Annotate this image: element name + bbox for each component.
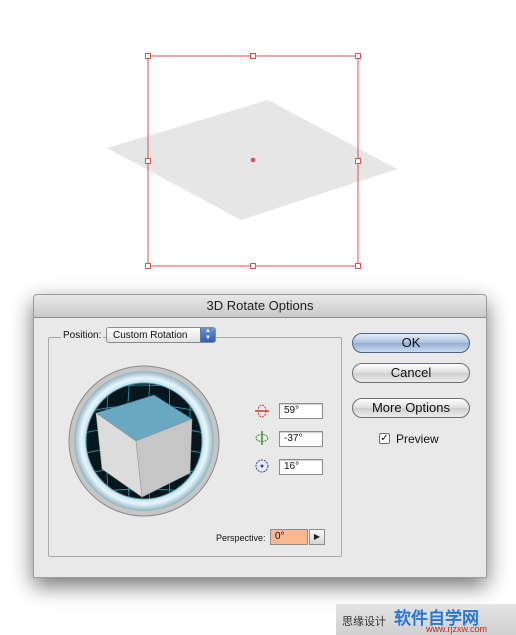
z-rotation-field[interactable]: 16° [279,459,323,475]
artboard [0,0,516,285]
selection-handle-top-right[interactable] [355,53,361,59]
perspective-label: Perspective: [216,533,266,543]
watermark: 思缘设计 软件自学网 www.rjzxw.com [336,604,516,635]
cancel-button[interactable]: Cancel [352,363,470,383]
position-select-value: Custom Rotation [113,330,188,341]
perspective-field[interactable]: 0° [270,529,308,545]
more-options-button[interactable]: More Options [352,398,470,418]
position-select[interactable]: Custom Rotation ▲ ▼ [106,327,216,343]
selection-handle-middle-left[interactable] [145,158,151,164]
selection-handle-bottom-left[interactable] [145,263,151,269]
preview-checkbox[interactable]: ✓ [379,433,390,444]
dialog-title[interactable]: 3D Rotate Options [34,295,486,318]
selection-handle-middle-right[interactable] [355,158,361,164]
play-arrow-icon: ▶ [313,532,321,541]
watermark-small-text: 思缘设计 [342,616,386,628]
selection-handle-top-left[interactable] [145,53,151,59]
checkmark-icon: ✓ [380,433,389,444]
y-rotation-field[interactable]: -37° [279,431,323,447]
select-arrows-icon: ▲ ▼ [200,328,215,342]
watermark-url: www.rjzxw.com [426,624,488,634]
x-rotation-field[interactable]: 59° [279,403,323,419]
x-axis-rotation-icon [255,404,269,418]
rotation-trackball[interactable] [68,365,220,517]
selection-handle-bottom-middle[interactable] [250,263,256,269]
z-axis-rotation-icon [255,459,269,473]
ok-button[interactable]: OK [352,333,470,353]
position-label: Position: [61,330,104,341]
selection-center-point [251,158,255,162]
preview-label: Preview [396,432,439,446]
canvas-art [107,53,397,269]
selection-handle-top-middle[interactable] [250,53,256,59]
perspective-slider-button[interactable]: ▶ [309,529,325,545]
rotate-options-dialog: 3D Rotate Options Position: Custom Rotat… [33,294,487,578]
selection-handle-bottom-right[interactable] [355,263,361,269]
y-axis-rotation-icon [255,431,269,445]
